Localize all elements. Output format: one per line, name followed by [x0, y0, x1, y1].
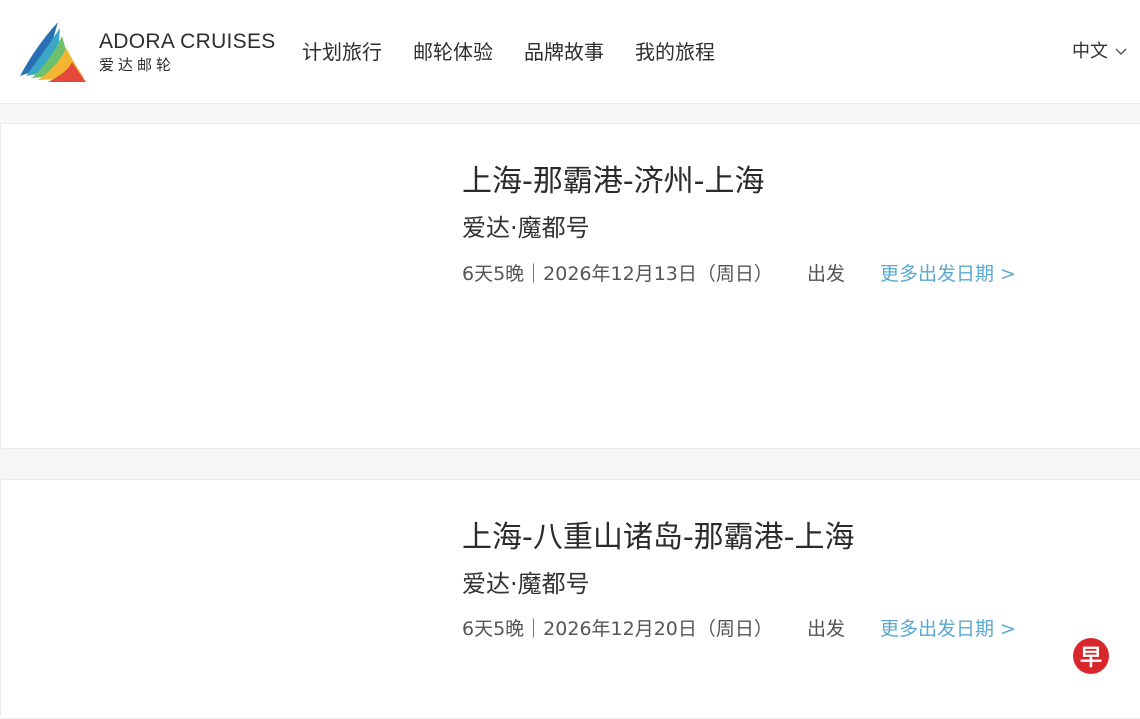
zaobao-watermark-badge: 早 — [1073, 638, 1109, 674]
main-nav: 计划旅行 邮轮体验 品牌故事 我的旅程 — [302, 38, 746, 66]
language-selector[interactable]: 中文 — [1072, 39, 1127, 65]
nav-cruise-experience[interactable]: 邮轮体验 — [413, 38, 493, 66]
cruise-ship-name: 爱达·魔都号 — [462, 214, 590, 242]
more-dates-link[interactable]: 更多出发日期 > — [880, 260, 1016, 288]
cruise-image[interactable] — [1, 480, 431, 718]
more-dates-link[interactable]: 更多出发日期 > — [880, 615, 1016, 643]
cruise-depart-label: 出发 — [807, 618, 846, 640]
cruise-depart-label: 出发 — [807, 263, 846, 285]
cruise-card[interactable]: 上海-那霸港-济州-上海 爱达·魔都号 6天5晚｜2026年12月13日（周日）… — [0, 123, 1140, 449]
brand-name: ADORA CRUISES 爱达邮轮 — [99, 30, 276, 75]
nav-plan-trip[interactable]: 计划旅行 — [302, 38, 382, 66]
site-header: ADORA CRUISES 爱达邮轮 计划旅行 邮轮体验 品牌故事 我的旅程 中… — [0, 0, 1140, 104]
cruise-image[interactable] — [1, 124, 431, 448]
brand-name-english: ADORA CRUISES — [99, 30, 276, 53]
language-label: 中文 — [1072, 41, 1108, 62]
cruise-duration-date: 6天5晚｜2026年12月20日（周日） — [462, 618, 773, 640]
cruise-ship-name: 爱达·魔都号 — [462, 570, 590, 598]
chevron-down-icon — [1115, 48, 1127, 55]
cruise-duration-date: 6天5晚｜2026年12月13日（周日） — [462, 263, 773, 285]
adora-logo-icon[interactable] — [18, 18, 88, 82]
cruise-card[interactable]: 上海-八重山诸岛-那霸港-上海 爱达·魔都号 6天5晚｜2026年12月20日（… — [0, 479, 1140, 719]
nav-my-trips[interactable]: 我的旅程 — [635, 38, 715, 66]
cruise-route-title[interactable]: 上海-八重山诸岛-那霸港-上海 — [462, 518, 854, 558]
cruise-route-title[interactable]: 上海-那霸港-济州-上海 — [462, 162, 764, 202]
nav-brand-story[interactable]: 品牌故事 — [524, 38, 604, 66]
brand-name-chinese: 爱达邮轮 — [99, 56, 176, 74]
